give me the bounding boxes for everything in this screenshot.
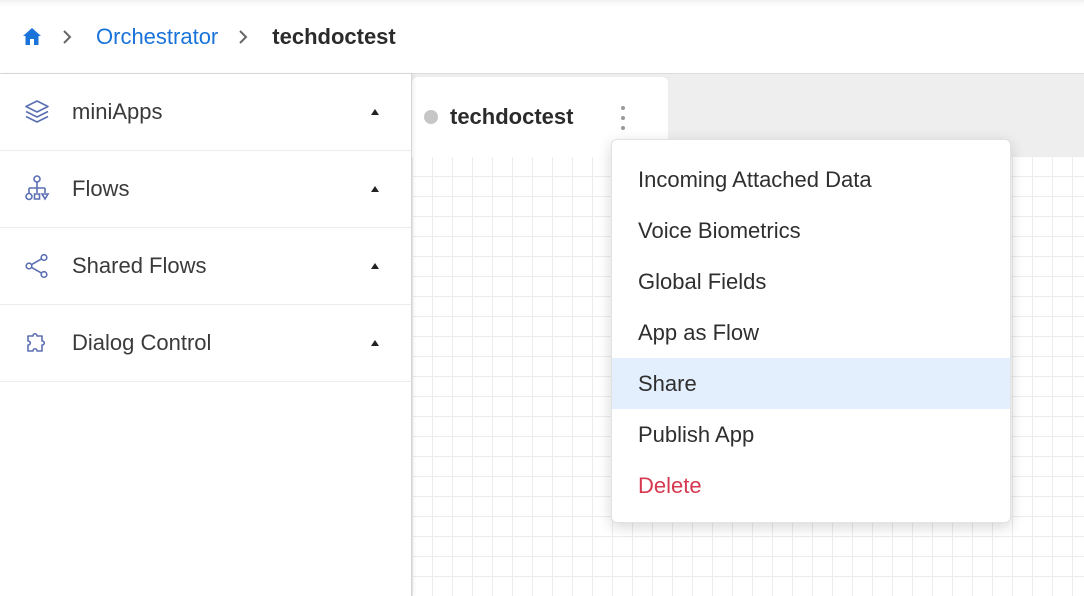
sidebar-item-shared-flows[interactable]: Shared Flows	[0, 228, 411, 305]
chevron-right-icon	[238, 27, 250, 47]
menu-item-voice-biometrics[interactable]: Voice Biometrics	[612, 205, 1010, 256]
menu-item-share[interactable]: Share	[612, 358, 1010, 409]
sidebar-item-miniapps[interactable]: miniApps	[0, 74, 411, 151]
tab-label: techdoctest	[450, 104, 574, 129]
sidebar-item-label: Shared Flows	[72, 253, 207, 278]
breadcrumb: Orchestrator techdoctest	[0, 0, 1084, 74]
menu-item-app-as-flow[interactable]: App as Flow	[612, 307, 1010, 358]
more-vertical-icon[interactable]	[616, 105, 630, 131]
context-menu: Incoming Attached Data Voice Biometrics …	[611, 139, 1011, 523]
chevron-right-icon	[62, 27, 74, 47]
sidebar-item-label: Dialog Control	[72, 330, 212, 355]
sitemap-icon	[24, 175, 50, 203]
caret-up-icon[interactable]	[369, 107, 381, 117]
sidebar-item-dialog-control[interactable]: Dialog Control	[0, 305, 411, 382]
caret-up-icon[interactable]	[369, 338, 381, 348]
menu-item-publish-app[interactable]: Publish App	[612, 409, 1010, 460]
sidebar-item-label: miniApps	[72, 99, 163, 124]
sidebar: miniApps Flows Shared Flows Dialog Contr…	[0, 74, 412, 596]
menu-item-global-fields[interactable]: Global Fields	[612, 256, 1010, 307]
menu-item-delete[interactable]: Delete	[612, 460, 1010, 511]
caret-up-icon[interactable]	[369, 261, 381, 271]
puzzle-icon	[24, 329, 50, 357]
breadcrumb-orchestrator-link[interactable]: Orchestrator	[96, 24, 218, 50]
menu-item-incoming-attached-data[interactable]: Incoming Attached Data	[612, 154, 1010, 205]
breadcrumb-current: techdoctest	[272, 23, 396, 49]
share-icon	[24, 252, 50, 280]
status-dot	[424, 110, 438, 124]
layers-icon	[24, 98, 50, 126]
sidebar-item-flows[interactable]: Flows	[0, 151, 411, 228]
home-icon[interactable]	[22, 27, 42, 47]
caret-up-icon[interactable]	[369, 184, 381, 194]
sidebar-item-label: Flows	[72, 176, 130, 201]
